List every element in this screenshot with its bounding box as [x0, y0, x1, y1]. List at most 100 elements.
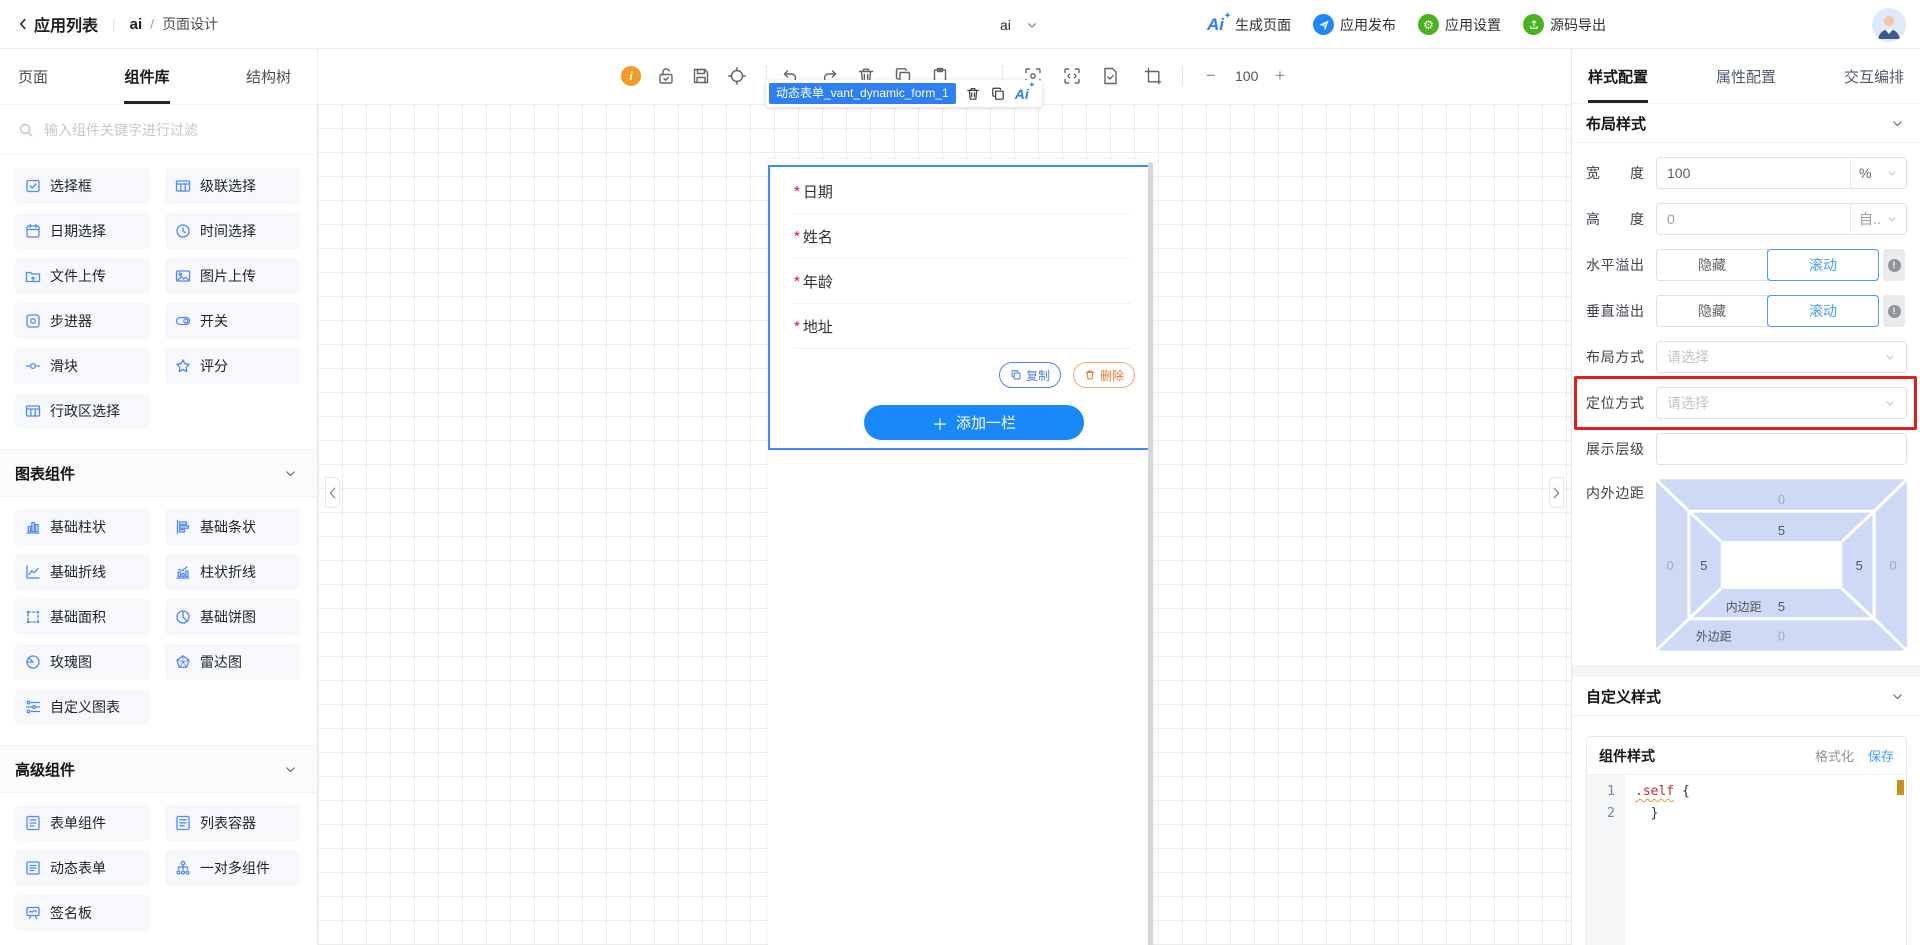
toggle-option-隐藏[interactable]: 隐藏 [1656, 249, 1768, 281]
toggle-option-滚动[interactable]: 滚动 [1767, 249, 1879, 281]
width-input[interactable]: 100 % [1656, 157, 1907, 189]
source-export-button[interactable]: 源码导出 [1523, 14, 1606, 35]
component-item-基础柱状[interactable]: 基础柱状 [15, 509, 150, 545]
doc-check-icon[interactable] [1100, 66, 1120, 86]
canvas-grid[interactable]: * 日期 * 姓名 * 年龄 * 地址 复制 删除 ＋ 添加一栏 动态表单_va… [318, 80, 1571, 945]
component-item-雷达图[interactable]: 雷达图 [165, 644, 300, 680]
component-label: 选择框 [50, 178, 92, 194]
form-field-地址[interactable]: * 地址 [794, 304, 1131, 349]
layout-mode-select[interactable]: 请选择 [1656, 341, 1907, 373]
position-mode-select[interactable]: 请选择 [1656, 387, 1907, 419]
code-scan-icon[interactable] [1062, 66, 1082, 86]
page-select-dropdown[interactable]: ai [1000, 0, 1039, 49]
required-asterisk: * [794, 182, 800, 200]
page-vertical-scrollbar[interactable] [1148, 162, 1153, 945]
component-item-基础饼图[interactable]: 基础饼图 [165, 599, 300, 635]
svg-text:5: 5 [1856, 558, 1863, 573]
component-search-input[interactable]: 输入组件关键字进行过滤 [0, 105, 317, 155]
component-item-选择框[interactable]: 选择框 [15, 168, 150, 204]
selected-dynamic-form-component[interactable]: * 日期 * 姓名 * 年龄 * 地址 复制 删除 ＋ 添加一栏 [768, 165, 1153, 450]
zoom-out-button[interactable]: − [1206, 66, 1216, 86]
copy-component-icon[interactable] [990, 86, 1006, 102]
z-level-input[interactable] [1656, 433, 1907, 465]
export-icon [1523, 14, 1544, 35]
row-delete-label: 删除 [1099, 368, 1124, 383]
component-label: 日期选择 [50, 223, 106, 239]
css-code-editor[interactable]: 12 .self { } [1587, 775, 1906, 945]
component-item-行政区选择[interactable]: 行政区选择 [15, 393, 150, 429]
unlock-icon[interactable] [656, 66, 676, 86]
component-item-自定义图表[interactable]: 自定义图表 [15, 689, 150, 725]
inspector-tab-属性配置[interactable]: 属性配置 [1716, 49, 1776, 103]
row-copy-button[interactable]: 复制 [998, 362, 1061, 388]
component-label: 表单组件 [50, 815, 106, 831]
delete-component-icon[interactable] [965, 86, 981, 102]
component-item-滑块[interactable]: 滑块 [15, 348, 150, 384]
sidebar-tab-组件库[interactable]: 组件库 [124, 49, 169, 104]
component-item-柱状折线[interactable]: 柱状折线 [165, 554, 300, 590]
row-delete-button[interactable]: 删除 [1072, 362, 1135, 388]
overflow-x-info[interactable]: ! [1883, 249, 1905, 281]
component-item-列表容器[interactable]: 列表容器 [165, 805, 300, 841]
box-model-diagram[interactable]: 0 5 0 5 5 0 内边距 5 外边距 0 [1656, 479, 1907, 651]
component-item-玫瑰图[interactable]: 玫瑰图 [15, 644, 150, 680]
format-button[interactable]: 格式化 [1815, 746, 1854, 765]
component-item-一对多组件[interactable]: 一对多组件 [165, 850, 300, 886]
component-item-日期选择[interactable]: 日期选择 [15, 213, 150, 249]
toggle-option-隐藏[interactable]: 隐藏 [1656, 295, 1768, 327]
overflow-y-info[interactable]: ! [1883, 295, 1905, 327]
phone-page-frame[interactable]: * 日期 * 姓名 * 年龄 * 地址 复制 删除 ＋ 添加一栏 [768, 159, 1153, 945]
toggle-option-滚动[interactable]: 滚动 [1767, 295, 1879, 327]
height-unit-select[interactable]: 自.. [1850, 204, 1906, 234]
user-avatar[interactable] [1872, 7, 1906, 42]
component-label: 级联选择 [200, 178, 256, 194]
component-item-签名板[interactable]: 签名板 [15, 895, 150, 931]
form-field-日期[interactable]: * 日期 [794, 169, 1131, 214]
component-item-表单组件[interactable]: 表单组件 [15, 805, 150, 841]
component-item-步进器[interactable]: 步进器 [15, 303, 150, 339]
inspector-tab-交互编排[interactable]: 交互编排 [1844, 49, 1904, 103]
component-item-动态表单[interactable]: 动态表单 [15, 850, 150, 886]
editor-code[interactable]: .self { } [1625, 775, 1906, 945]
app-settings-button[interactable]: ⚙ 应用设置 [1418, 14, 1501, 35]
width-unit-select[interactable]: % [1850, 158, 1906, 188]
component-item-时间选择[interactable]: 时间选择 [165, 213, 300, 249]
component-group-header[interactable]: 高级组件 [0, 745, 317, 793]
crop-icon[interactable] [1143, 66, 1163, 86]
component-item-图片上传[interactable]: 图片上传 [165, 258, 300, 294]
target-icon[interactable] [727, 66, 747, 86]
form-field-姓名[interactable]: * 姓名 [794, 214, 1131, 259]
component-item-评分[interactable]: 评分 [165, 348, 300, 384]
height-input[interactable]: 0 自.. [1656, 203, 1907, 235]
app-publish-button[interactable]: 应用发布 [1313, 14, 1396, 35]
info-icon[interactable]: i [621, 66, 641, 86]
inspector-tab-样式配置[interactable]: 样式配置 [1588, 49, 1649, 103]
group-title: 高级组件 [15, 761, 76, 779]
code-line: .self { [1635, 784, 1690, 799]
collapse-left-panel-handle[interactable] [325, 477, 340, 508]
component-item-基础面积[interactable]: 基础面积 [15, 599, 150, 635]
collapse-right-panel-handle[interactable] [1549, 477, 1564, 508]
component-group-header[interactable]: 图表组件 [0, 449, 317, 497]
component-list: 选择框 级联选择日期选择 时间选择 文件上传 图片上传 步进器 开关 滑块 评分 行政区选择图表组… [0, 156, 317, 945]
sidebar-tab-页面[interactable]: 页面 [18, 49, 48, 104]
save-button[interactable]: 保存 [1868, 746, 1894, 765]
component-item-基础条状[interactable]: 基础条状 [165, 509, 300, 545]
form-field-年龄[interactable]: * 年龄 [794, 259, 1131, 304]
back-to-app-list-button[interactable]: 应用列表 [16, 12, 98, 36]
save-icon[interactable] [691, 66, 711, 86]
svg-text:内边距: 内边距 [1726, 600, 1762, 614]
sidebar-tab-结构树[interactable]: 结构树 [246, 49, 291, 104]
ai-edit-icon[interactable]: Ai ✦ [1015, 82, 1035, 102]
component-item-级联选择[interactable]: 级联选择 [165, 168, 300, 204]
position-mode-placeholder: 请选择 [1667, 395, 1709, 411]
line-number: 1 [1607, 784, 1615, 799]
component-item-基础折线[interactable]: 基础折线 [15, 554, 150, 590]
generate-page-button[interactable]: Ai ✦ 生成页面 [1207, 11, 1291, 35]
component-item-文件上传[interactable]: 文件上传 [15, 258, 150, 294]
add-row-button[interactable]: ＋ 添加一栏 [864, 405, 1084, 440]
zoom-in-button[interactable]: + [1275, 66, 1285, 86]
custom-style-section-header[interactable]: 自定义样式 [1572, 677, 1920, 716]
layout-style-section-header[interactable]: 布局样式 [1572, 104, 1920, 143]
component-item-开关[interactable]: 开关 [165, 303, 300, 339]
